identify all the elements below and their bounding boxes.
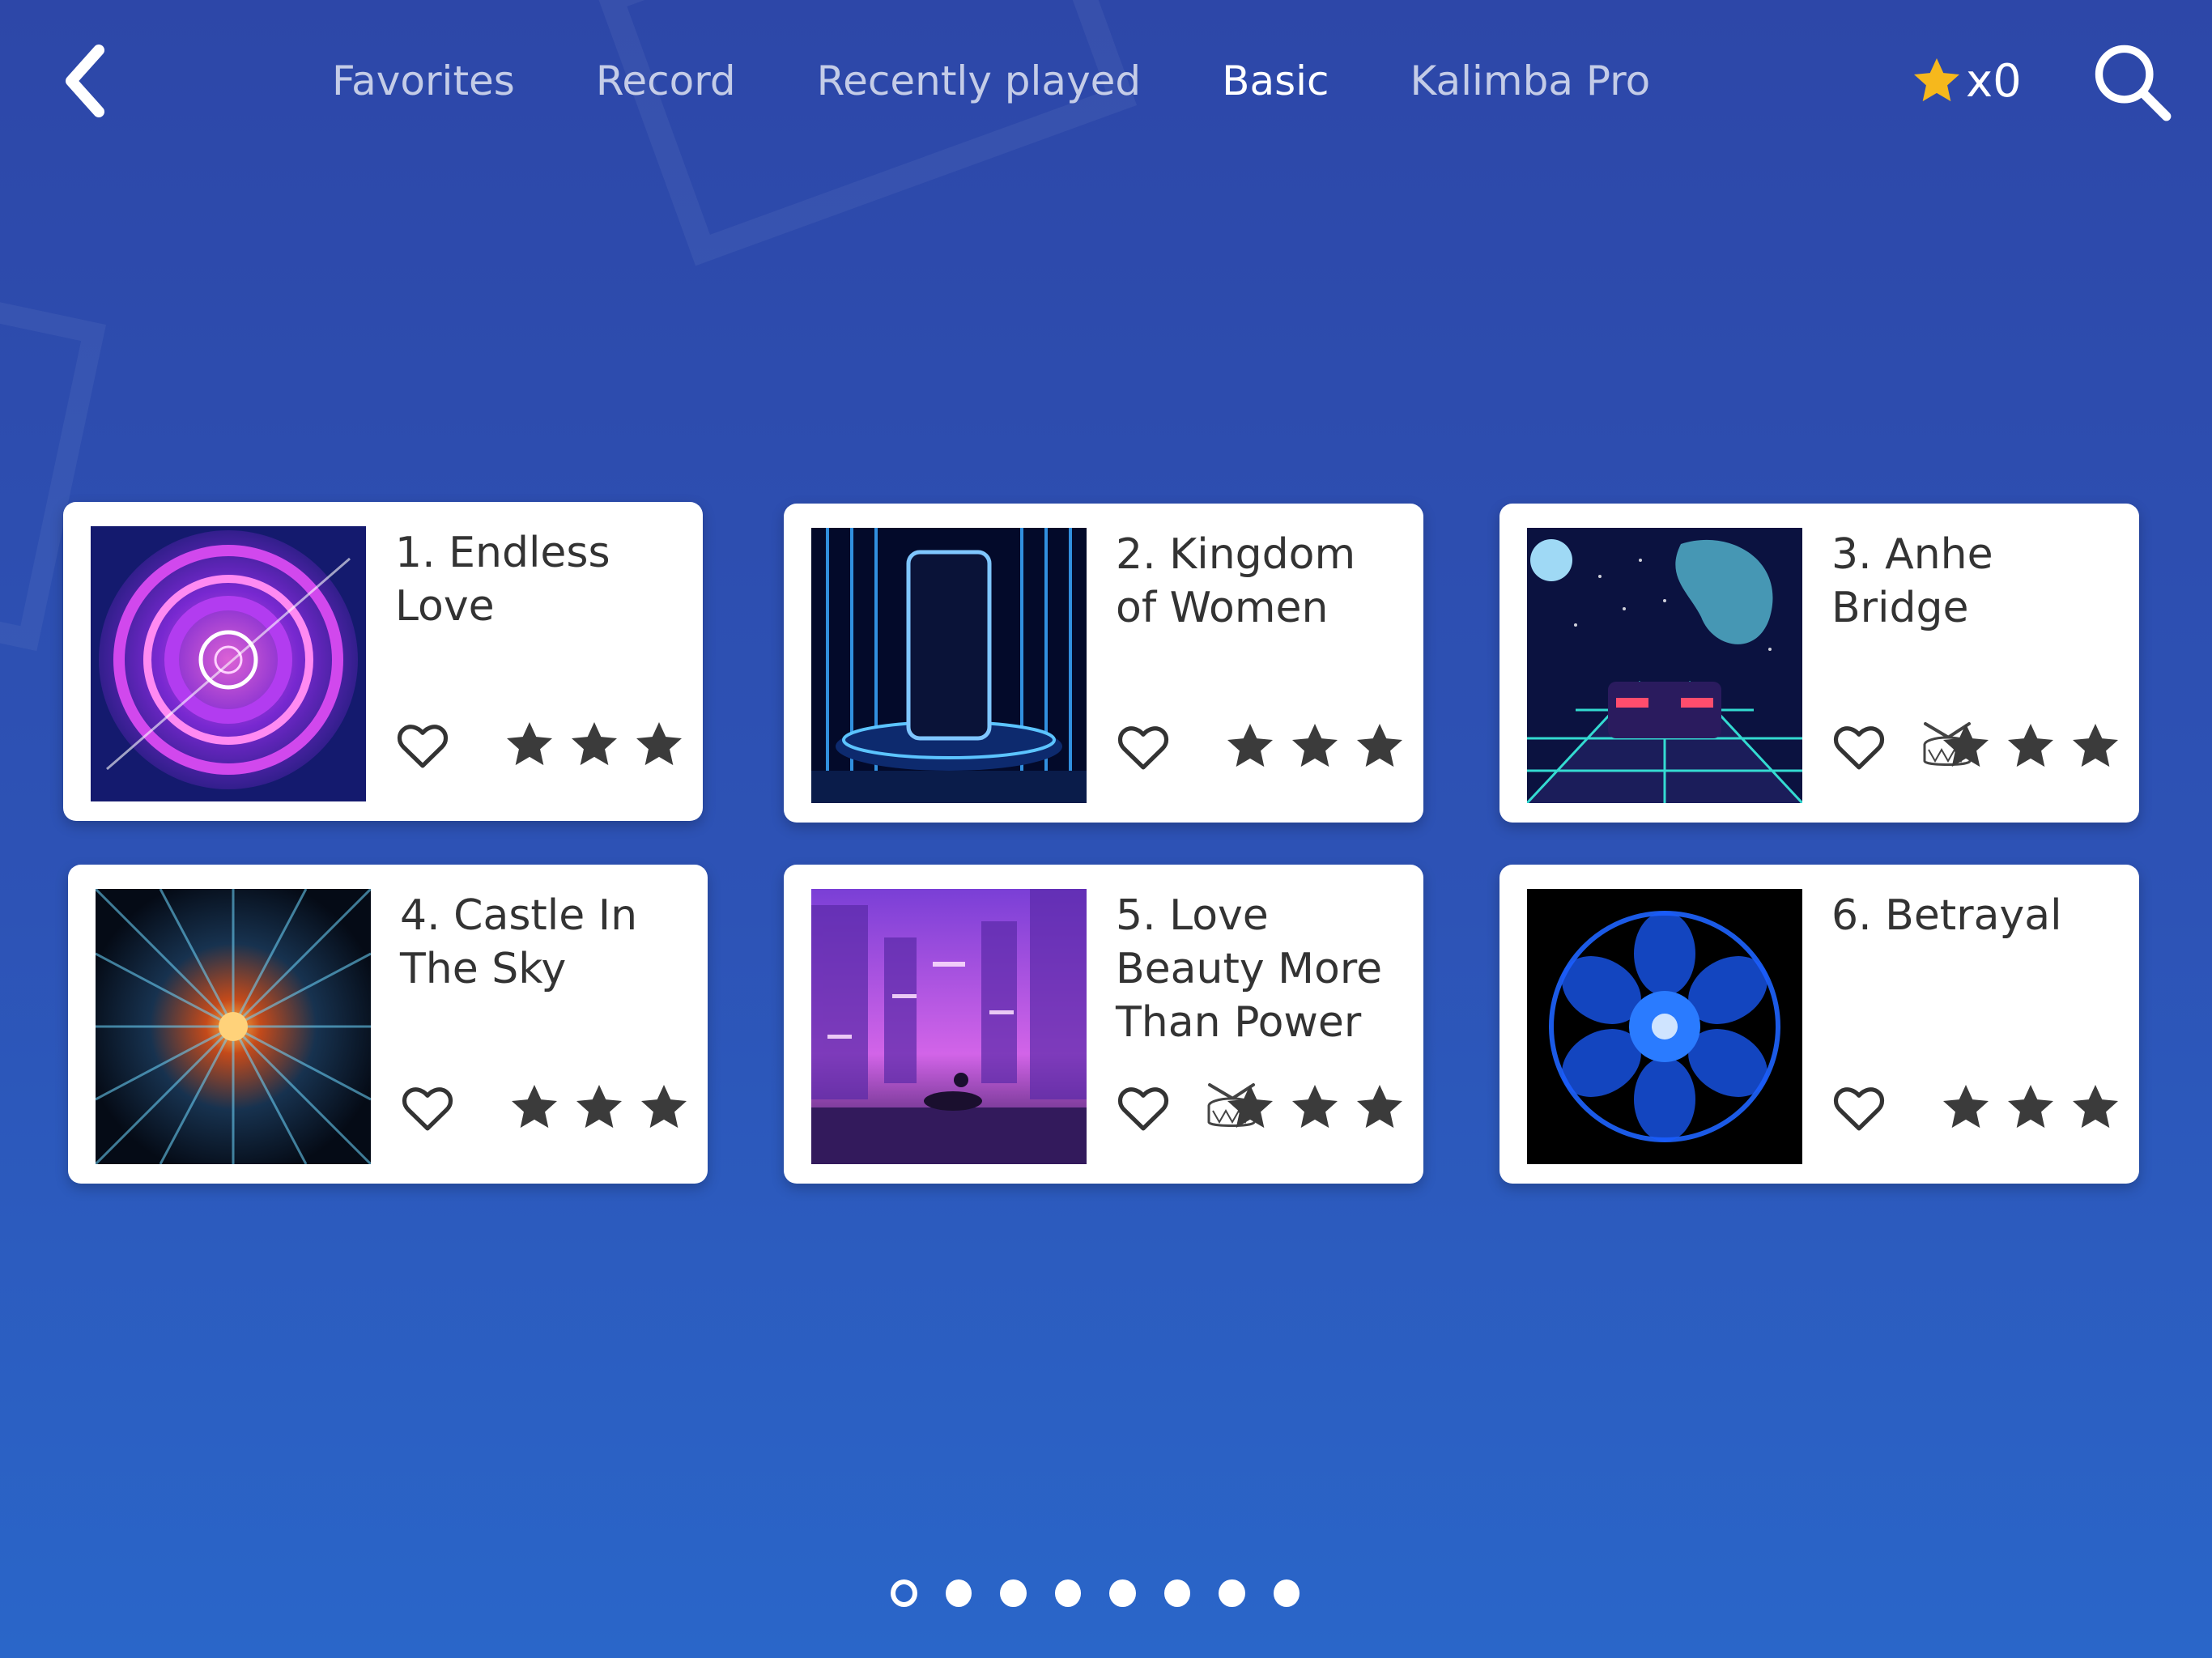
star-rating bbox=[1927, 721, 2121, 772]
song-cover bbox=[1527, 528, 1802, 803]
song-card[interactable]: 3. Anhe Bridge bbox=[1499, 504, 2139, 823]
page-dot-4[interactable] bbox=[1054, 1579, 1082, 1607]
favorite-button[interactable] bbox=[1828, 716, 1890, 777]
star-icon bbox=[572, 722, 617, 766]
star-rating bbox=[496, 1082, 690, 1133]
search-icon bbox=[2095, 45, 2172, 121]
star-rating bbox=[1927, 1082, 2121, 1133]
page-indicator bbox=[891, 1577, 1328, 1609]
star-rating bbox=[1211, 721, 1406, 772]
heart-icon bbox=[1833, 726, 1885, 770]
tab-basic[interactable]: Basic bbox=[1222, 57, 1329, 104]
song-cover bbox=[96, 889, 371, 1164]
star-rating bbox=[491, 719, 685, 771]
cover-artwork bbox=[96, 889, 371, 1164]
back-arrow-icon bbox=[66, 45, 104, 117]
cover-artwork bbox=[1527, 528, 1802, 803]
song-title: 5. Love Beauty More Than Power bbox=[1116, 891, 1383, 1047]
star-icon bbox=[1943, 1085, 1989, 1129]
star-icon bbox=[641, 1085, 687, 1129]
star-icon bbox=[507, 722, 552, 766]
star-icon bbox=[1227, 724, 1273, 767]
tab-record[interactable]: Record bbox=[596, 57, 736, 104]
page-dot-5[interactable] bbox=[1109, 1579, 1136, 1607]
page-dot-6[interactable] bbox=[1163, 1579, 1191, 1607]
song-card[interactable]: 5. Love Beauty More Than Power bbox=[784, 865, 1423, 1184]
heart-icon bbox=[397, 725, 449, 768]
search-button[interactable] bbox=[2082, 32, 2180, 130]
page-dot-1[interactable] bbox=[891, 1579, 917, 1607]
star-icon bbox=[512, 1085, 557, 1129]
star-icon bbox=[1943, 724, 1989, 767]
star-coin-icon bbox=[1914, 58, 1959, 102]
song-card[interactable]: 6. Betrayal bbox=[1499, 865, 2139, 1184]
star-icon bbox=[636, 722, 682, 766]
star-icon bbox=[2073, 724, 2118, 767]
star-counter: x0 bbox=[1911, 47, 2022, 115]
page-dot-8[interactable] bbox=[1273, 1579, 1300, 1607]
tab-recently-played[interactable]: Recently played bbox=[817, 57, 1142, 104]
song-cover bbox=[1527, 889, 1802, 1164]
song-card[interactable]: 4. Castle In The Sky bbox=[68, 865, 708, 1184]
star-rating bbox=[1211, 1082, 1406, 1133]
heart-icon bbox=[1117, 726, 1169, 770]
top-bar: Favorites Record Recently played Basic K… bbox=[0, 0, 2212, 162]
song-card[interactable]: 1. Endless Love bbox=[63, 502, 703, 821]
song-title: 2. Kingdom of Women bbox=[1116, 530, 1356, 632]
cover-artwork bbox=[811, 528, 1087, 803]
page-dot-2[interactable] bbox=[945, 1579, 972, 1607]
star-icon bbox=[1227, 1085, 1273, 1129]
song-cover bbox=[91, 526, 366, 801]
star-count: x0 bbox=[1966, 54, 2022, 108]
tab-kalimba-pro[interactable]: Kalimba Pro bbox=[1410, 57, 1651, 104]
song-cover bbox=[811, 889, 1087, 1164]
heart-icon bbox=[1833, 1087, 1885, 1131]
heart-icon bbox=[1117, 1087, 1169, 1131]
page-dot-7[interactable] bbox=[1219, 1579, 1245, 1607]
star-icon bbox=[2073, 1085, 2118, 1129]
back-button[interactable] bbox=[45, 32, 126, 130]
song-title: 4. Castle In The Sky bbox=[400, 891, 638, 993]
cover-artwork bbox=[811, 889, 1087, 1164]
star-icon bbox=[576, 1085, 622, 1129]
star-icon bbox=[1292, 1085, 1338, 1129]
song-card[interactable]: 2. Kingdom of Women bbox=[784, 504, 1423, 823]
cover-artwork bbox=[1527, 889, 1802, 1164]
favorite-button[interactable] bbox=[397, 1077, 458, 1138]
star-icon bbox=[1357, 1085, 1402, 1129]
song-title: 3. Anhe Bridge bbox=[1831, 530, 1993, 632]
category-tabs: Favorites Record Recently played Basic K… bbox=[332, 47, 1731, 115]
star-icon bbox=[1292, 724, 1338, 767]
favorite-button[interactable] bbox=[392, 714, 453, 776]
star-icon bbox=[1357, 724, 1402, 767]
tab-favorites[interactable]: Favorites bbox=[332, 57, 515, 104]
heart-icon bbox=[402, 1087, 453, 1131]
song-title: 6. Betrayal bbox=[1831, 891, 2062, 940]
page-dot-3[interactable] bbox=[1000, 1579, 1027, 1607]
favorite-button[interactable] bbox=[1112, 1077, 1174, 1138]
favorite-button[interactable] bbox=[1828, 1077, 1890, 1138]
song-cover bbox=[811, 528, 1087, 803]
favorite-button[interactable] bbox=[1112, 716, 1174, 777]
song-title: 1. Endless Love bbox=[395, 529, 610, 631]
cover-artwork bbox=[91, 526, 366, 801]
star-icon bbox=[2008, 1085, 2053, 1129]
star-icon bbox=[2008, 724, 2053, 767]
